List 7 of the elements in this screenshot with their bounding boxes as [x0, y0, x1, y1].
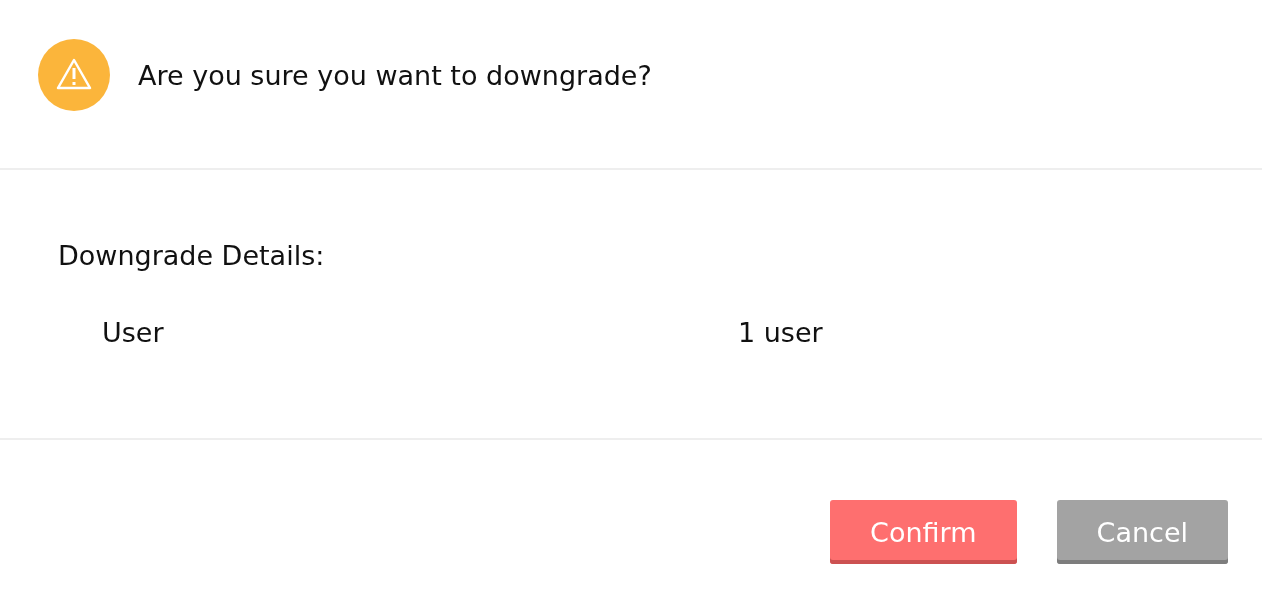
- warning-icon: [38, 39, 110, 111]
- details-heading: Downgrade Details:: [58, 240, 326, 271]
- confirm-button[interactable]: Confirm: [830, 500, 1017, 564]
- detail-label: User: [102, 317, 165, 348]
- cancel-button[interactable]: Cancel: [1056, 500, 1228, 564]
- detail-value: 1 user: [738, 317, 824, 348]
- dialog-title: Are you sure you want to downgrade?: [138, 59, 652, 91]
